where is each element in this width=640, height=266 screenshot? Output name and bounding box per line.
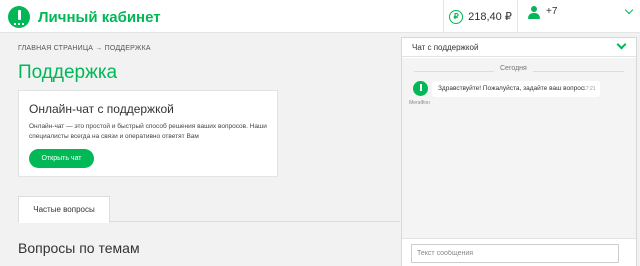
open-chat-button[interactable]: Открыть чат: [29, 149, 94, 168]
page-title: Поддержка: [18, 62, 118, 83]
message-text: Здравствуйте! Пожалуйста, задайте ваш во…: [438, 85, 586, 92]
phone-number: +7: [546, 6, 558, 17]
profile-menu[interactable]: +7: [517, 0, 640, 33]
logo-text: Личный кабинет: [38, 8, 161, 26]
chevron-down-icon[interactable]: [616, 39, 627, 50]
ruble-icon: ₽: [449, 9, 464, 24]
chat-messages: Сегодня МегаФон Здравствуйте! Пожалуйста…: [402, 58, 636, 238]
bot-name: МегаФон: [409, 100, 430, 106]
tab-faq[interactable]: Частые вопросы: [18, 196, 110, 223]
header: Личный кабинет ₽ 218,40 ₽ +7: [0, 0, 640, 33]
chat-card-description: Онлайн-чат — это простой и быстрый спосо…: [29, 123, 267, 140]
message-bubble: Здравствуйте! Пожалуйста, задайте ваш во…: [432, 81, 600, 97]
chat-title: Чат с поддержкой: [412, 43, 479, 52]
support-chat-panel: Чат с поддержкой Сегодня МегаФон Здравст…: [401, 37, 637, 266]
balance-amount: 218,40 ₽: [468, 11, 512, 23]
chat-card-title: Онлайн-чат с поддержкой: [29, 102, 174, 116]
chat-header[interactable]: Чат с поддержкой: [402, 38, 636, 57]
chat-footer: [402, 238, 636, 266]
topics-heading: Вопросы по темам: [18, 240, 140, 256]
breadcrumb[interactable]: ГЛАВНАЯ СТРАНИЦА → ПОДДЕРЖКА: [18, 45, 151, 52]
user-icon: [528, 6, 540, 20]
chevron-down-icon[interactable]: [624, 5, 634, 15]
online-chat-card: Онлайн-чат с поддержкой Онлайн-чат — это…: [18, 90, 278, 177]
message-time: 17:21: [583, 86, 596, 92]
logo-icon: [8, 6, 30, 28]
bot-avatar-icon: [413, 81, 428, 96]
message-input[interactable]: [411, 244, 619, 263]
logo[interactable]: Личный кабинет: [8, 6, 161, 28]
balance-widget[interactable]: ₽ 218,40 ₽: [443, 0, 517, 33]
tabs-bar: Частые вопросы: [18, 196, 400, 223]
date-divider-label: Сегодня: [494, 65, 533, 72]
